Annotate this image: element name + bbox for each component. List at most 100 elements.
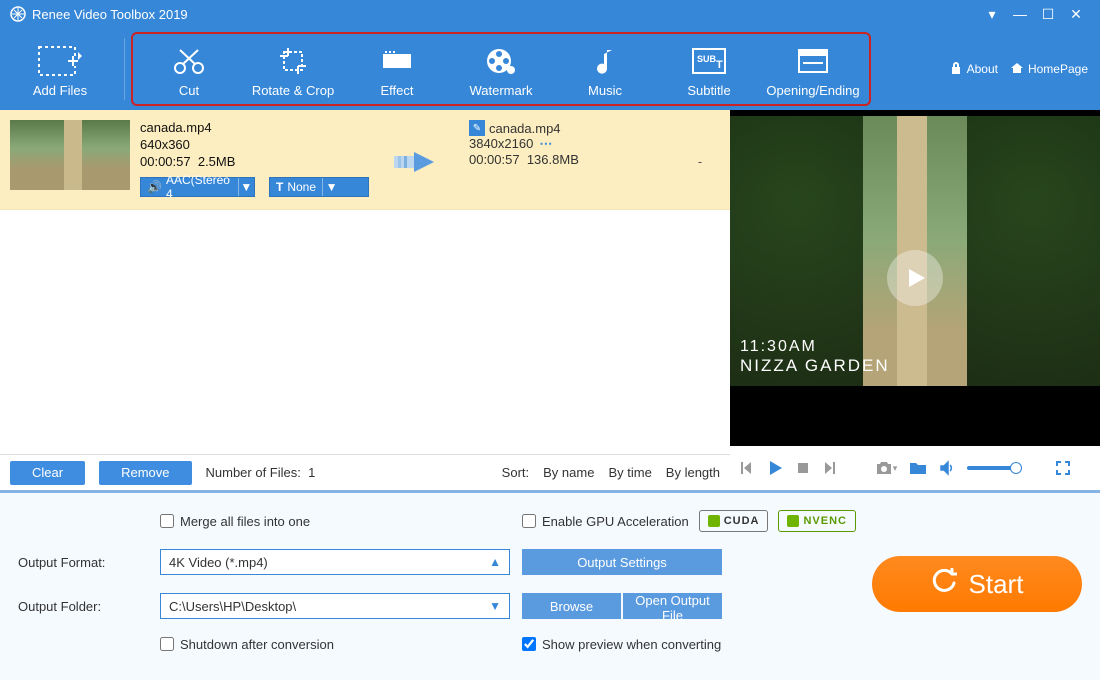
clear-button[interactable]: Clear (10, 461, 85, 485)
lock-icon (949, 61, 963, 78)
svg-text:T: T (716, 59, 723, 71)
video-thumbnail[interactable] (10, 120, 130, 190)
source-resolution: 640x360 (140, 137, 369, 152)
fullscreen-icon[interactable] (1055, 460, 1071, 476)
file-list: canada.mp4 640x360 00:00:57 2.5MB 🔊AAC(S… (0, 110, 730, 490)
file-row[interactable]: canada.mp4 640x360 00:00:57 2.5MB 🔊AAC(S… (0, 110, 730, 210)
minimize-icon[interactable]: — (1006, 6, 1034, 22)
refresh-icon (931, 568, 957, 601)
start-button[interactable]: Start (872, 556, 1082, 612)
video-preview[interactable]: 11:30AM NIZZA GARDEN (730, 110, 1100, 446)
sort-by-length[interactable]: By length (666, 465, 720, 480)
app-title: Renee Video Toolbox 2019 (32, 7, 188, 22)
audio-tag-button[interactable]: 🔊AAC(Stereo 4 ▼ (140, 177, 255, 197)
about-link[interactable]: About (949, 61, 998, 78)
subtitle-tag-button[interactable]: TNone ▼ (269, 177, 369, 197)
editing-tools-group: Cut Rotate & Crop Effect Watermark Music… (131, 32, 871, 106)
preview-pane: 11:30AM NIZZA GARDEN ▾ (730, 110, 1100, 490)
volume-icon[interactable] (939, 460, 955, 476)
gpu-acceleration-checkbox[interactable]: Enable GPU Acceleration (522, 514, 689, 529)
homepage-link[interactable]: HomePage (1010, 61, 1088, 78)
rotate-crop-button[interactable]: Rotate & Crop (241, 34, 345, 104)
add-files-button[interactable]: Add Files (0, 28, 120, 110)
output-format-label: Output Format: (18, 555, 148, 570)
slate-icon (797, 41, 829, 81)
sort-label: Sort: (502, 465, 529, 480)
subtitle-icon: SUBT (692, 41, 726, 81)
add-files-label: Add Files (33, 83, 87, 98)
source-info: canada.mp4 640x360 00:00:57 2.5MB 🔊AAC(S… (140, 120, 369, 197)
stop-icon[interactable] (796, 461, 810, 475)
edit-icon[interactable]: ✎ (469, 120, 485, 136)
filmstrip-plus-icon (38, 41, 82, 81)
svg-text:SUB: SUB (697, 54, 717, 64)
next-track-icon[interactable] (822, 460, 838, 476)
play-overlay-button[interactable] (887, 250, 943, 306)
target-filename: canada.mp4 (489, 121, 561, 136)
sort-by-time[interactable]: By time (608, 465, 651, 480)
output-settings-button[interactable]: Output Settings (522, 549, 722, 575)
output-folder-label: Output Folder: (18, 599, 148, 614)
app-logo-icon (10, 6, 26, 22)
toolbar-separator (124, 38, 125, 100)
browse-button[interactable]: Browse (522, 593, 621, 619)
cut-button[interactable]: Cut (137, 34, 241, 104)
volume-slider[interactable] (967, 466, 1022, 470)
scissors-icon (172, 41, 206, 81)
chevron-down-icon[interactable]: ▼ (238, 178, 254, 196)
target-resolution: 3840x2160 (469, 136, 533, 151)
tags-row: 🔊AAC(Stereo 4 ▼ TNone ▼ (140, 177, 369, 197)
cuda-badge: CUDA (699, 510, 769, 532)
chevron-down-icon: ▼ (489, 599, 501, 613)
opening-ending-button[interactable]: Opening/Ending (761, 34, 865, 104)
snapshot-icon[interactable]: ▾ (875, 460, 898, 476)
remove-button[interactable]: Remove (99, 461, 191, 485)
play-icon[interactable] (766, 459, 784, 477)
player-controls: ▾ (730, 446, 1100, 490)
close-icon[interactable]: ✕ (1062, 6, 1090, 23)
title-bar: Renee Video Toolbox 2019 ▾ — ☐ ✕ (0, 0, 1100, 28)
output-format-combo[interactable]: 4K Video (*.mp4)▲ (160, 549, 510, 575)
music-note-icon (593, 41, 617, 81)
chevron-up-icon: ▲ (489, 555, 501, 569)
nvidia-dot-icon (787, 515, 799, 527)
more-dots-icon[interactable]: ⋯ (539, 136, 552, 151)
toolbar-right: About HomePage (949, 28, 1100, 110)
maximize-icon[interactable]: ☐ (1034, 6, 1062, 23)
speaker-icon: 🔊 (147, 180, 162, 194)
status-column: - (680, 154, 720, 169)
home-icon (1010, 61, 1024, 78)
output-folder-combo[interactable]: C:\Users\HP\Desktop\▼ (160, 593, 510, 619)
filmstrip-icon (381, 41, 413, 81)
show-preview-checkbox[interactable]: Show preview when converting (522, 637, 1082, 652)
chevron-down-icon[interactable]: ▼ (322, 178, 340, 196)
video-caption: 11:30AM NIZZA GARDEN (740, 338, 890, 376)
dropdown-icon[interactable]: ▾ (978, 6, 1006, 23)
nvenc-badge: NVENC (778, 510, 856, 532)
merge-files-checkbox[interactable]: Merge all files into one (160, 514, 510, 529)
music-button[interactable]: Music (553, 34, 657, 104)
subtitle-button[interactable]: SUBT Subtitle (657, 34, 761, 104)
list-footer: Clear Remove Number of Files: 1 Sort: By… (0, 454, 730, 490)
open-folder-icon[interactable] (909, 460, 927, 476)
crop-icon (278, 41, 308, 81)
sort-by-name[interactable]: By name (543, 465, 594, 480)
bottom-panel: Merge all files into one Enable GPU Acce… (0, 490, 1100, 680)
open-output-folder-button[interactable]: Open Output File (623, 593, 722, 619)
film-reel-icon (485, 41, 517, 81)
sort-area: Sort: By name By time By length (502, 465, 720, 480)
source-filename: canada.mp4 (140, 120, 369, 135)
file-count-label: Number of Files: 1 (206, 465, 316, 480)
prev-track-icon[interactable] (738, 460, 754, 476)
toolbar: Add Files Cut Rotate & Crop Effect Water… (0, 28, 1100, 110)
target-info: ✎ canada.mp4 3840x2160 ⋯ 00:00:57 136.8MB (469, 120, 670, 188)
nvidia-dot-icon (708, 515, 720, 527)
shutdown-checkbox[interactable]: Shutdown after conversion (160, 637, 510, 652)
target-duration-size: 00:00:57 136.8MB (469, 152, 670, 167)
watermark-button[interactable]: Watermark (449, 34, 553, 104)
effect-button[interactable]: Effect (345, 34, 449, 104)
source-duration-size: 00:00:57 2.5MB (140, 154, 369, 169)
main-area: canada.mp4 640x360 00:00:57 2.5MB 🔊AAC(S… (0, 110, 1100, 490)
text-icon: T (276, 180, 283, 194)
arrow-icon (379, 148, 459, 176)
